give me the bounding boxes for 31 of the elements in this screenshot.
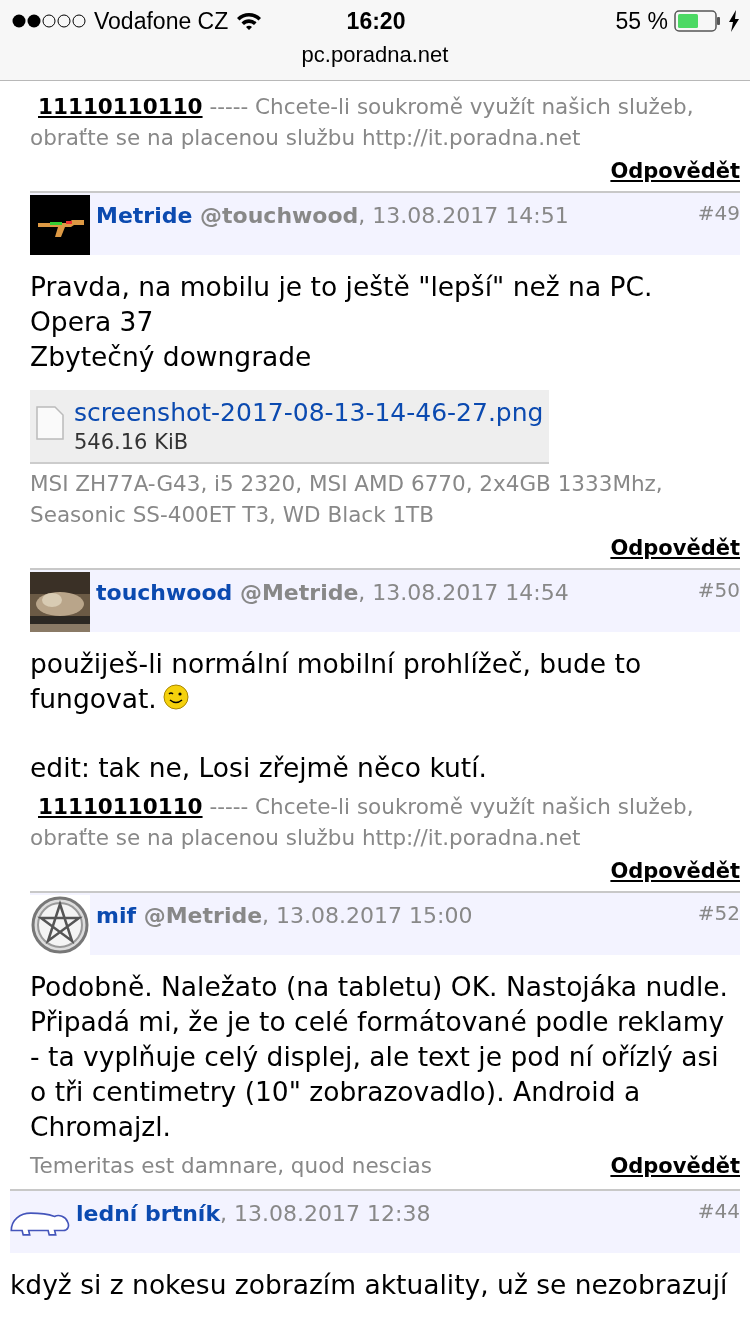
post-meta: Metride @touchwood, 13.08.2017 14:51 <box>95 202 570 230</box>
battery-percent: 55 % <box>615 7 668 35</box>
reply-link[interactable]: Odpovědět <box>610 859 740 883</box>
post-meta: lední brtník, 13.08.2017 12:38 <box>75 1200 432 1228</box>
post-text: edit: tak ne, Losi zřejmě něco kutí. <box>30 752 487 783</box>
file-size: 546.16 KiB <box>74 429 190 456</box>
post-meta: touchwood @Metride, 13.08.2017 14:54 <box>95 579 570 607</box>
file-icon <box>36 406 64 440</box>
clock-time: 16:20 <box>346 7 406 35</box>
reply-link[interactable]: Odpovědět <box>610 1154 740 1178</box>
file-link[interactable]: screenshot-2017-08-13-14-46-27.png <box>74 398 544 428</box>
post-text: použiješ-li normální mobilní prohlížeč, bude to fungovat. <box>30 648 642 714</box>
post-text: Podobně. Naležato (na tabletu) OK. Nastojáka nudle. Připadá mi, že je to celé formátované podle reklamy - ta vyplňuje celý displej, ale text je pod ní ořízlý asi o tři centimetry (10" zobrazovadlo). Android a Chromajzl. <box>30 971 729 1142</box>
charging-icon <box>728 10 740 32</box>
user-link[interactable]: 11110110110 <box>38 794 203 819</box>
address-bar-url[interactable]: pc.poradna.net <box>301 42 449 68</box>
signature-text: Temeritas est damnare, quod nescias <box>30 1152 432 1180</box>
carrier-name: Vodafone CZ <box>94 7 229 35</box>
signal-icon <box>12 13 86 29</box>
signature-text: MSI ZH77A-G43, i5 2320, MSI AMD 6770, 2x4GB 1333Mhz, Seasonic SS-400ET T3, WD Black 1TB <box>30 470 664 529</box>
signature-text: 11110110110 ----- Chcete-li soukromě využít našich služeb, obraťte se na placenou službu http://it.poradna.net <box>30 93 695 152</box>
post-text: Pravda, na mobilu je to ještě "lepší" než na PC. Opera 37 Zbytečný downgrade <box>30 271 653 372</box>
battery-icon <box>674 10 722 32</box>
reply-link[interactable]: Odpovědět <box>610 159 740 183</box>
signature-text: 11110110110 ----- Chcete-li soukromě využít našich služeb, obraťte se na placenou službu http://it.poradna.net <box>30 793 695 852</box>
user-link[interactable]: 11110110110 <box>38 94 203 119</box>
rifle-avatar-icon <box>30 195 90 255</box>
wifi-icon <box>236 11 263 31</box>
reply-link[interactable]: Odpovědět <box>610 536 740 560</box>
post-text: když si z nokesu zobrazím aktuality, už se nezobrazují <box>10 1269 728 1300</box>
post-meta: mif @Metride, 13.08.2017 15:00 <box>95 902 474 930</box>
